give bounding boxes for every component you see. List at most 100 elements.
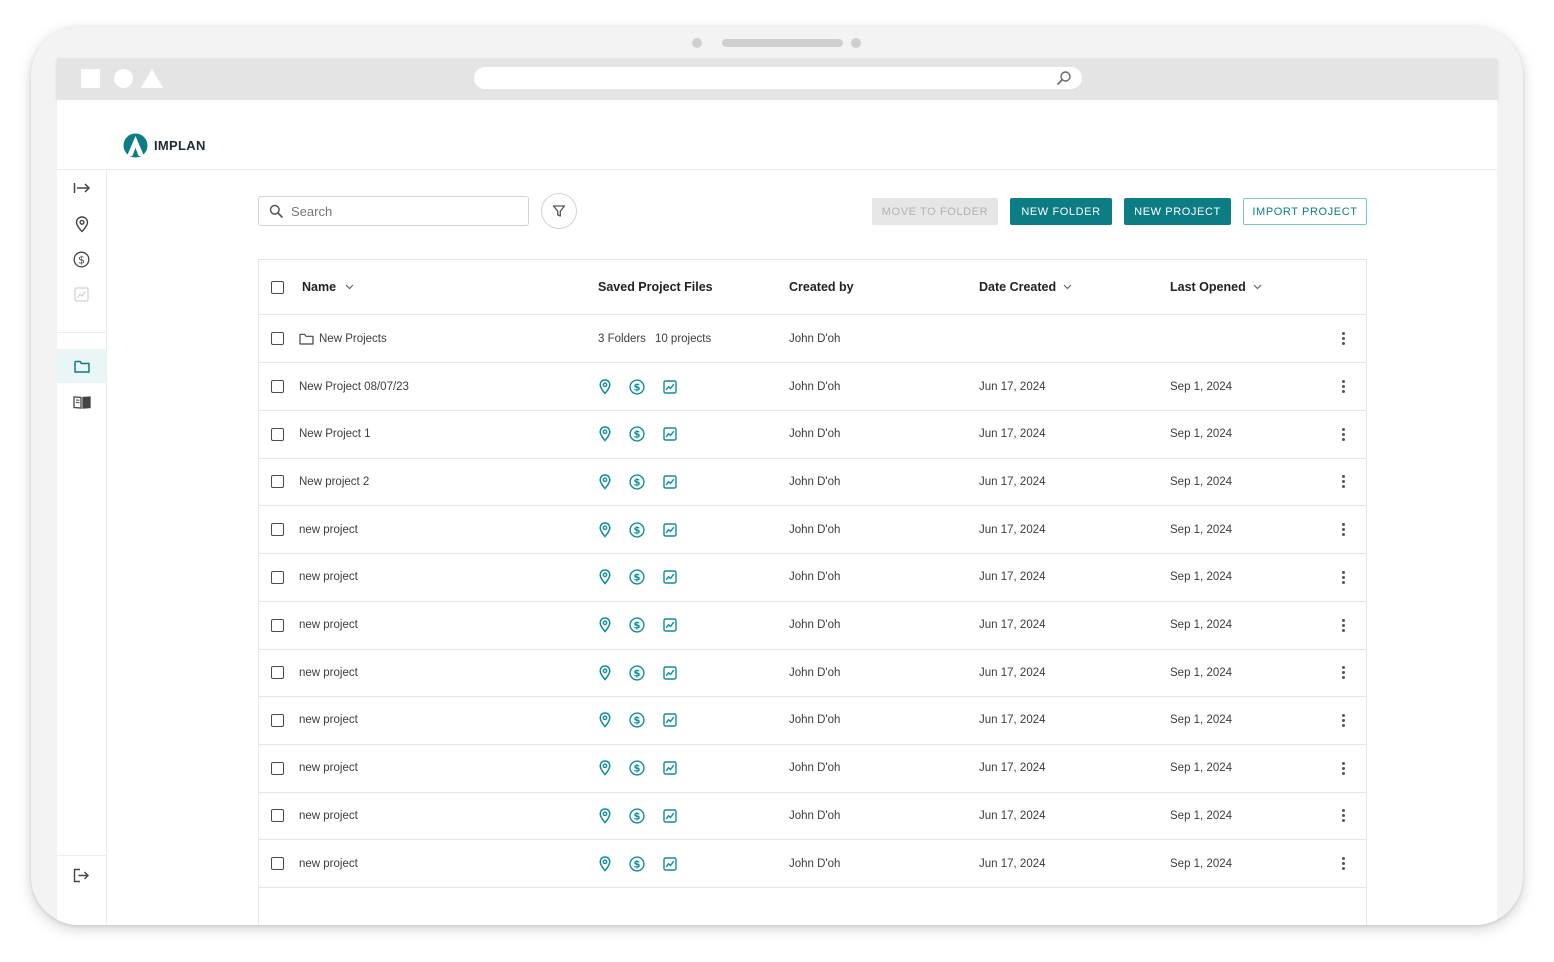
chart-icon[interactable] (663, 809, 677, 823)
table-row[interactable]: new project $ John D'oh Jun 17, 2024 Sep… (259, 506, 1366, 555)
sidebar-item-projects[interactable] (57, 349, 106, 383)
column-name[interactable]: Name (302, 260, 354, 314)
project-name-cell[interactable]: new project (299, 602, 358, 649)
sidebar-item-logout[interactable] (57, 858, 106, 892)
row-checkbox[interactable] (271, 761, 284, 775)
row-menu-button[interactable] (1336, 458, 1350, 505)
dollar-icon[interactable]: $ (629, 855, 645, 872)
dollar-icon[interactable]: $ (629, 760, 645, 776)
map-pin-icon[interactable] (599, 426, 611, 442)
map-pin-icon[interactable] (599, 855, 611, 872)
import-project-button[interactable]: IMPORT PROJECT (1243, 198, 1367, 225)
filter-button[interactable] (541, 193, 577, 229)
project-name-cell[interactable]: new project (299, 506, 358, 553)
search-input[interactable] (291, 203, 511, 219)
row-menu-button[interactable] (1336, 315, 1350, 362)
sidebar-item-expand[interactable] (57, 171, 106, 205)
row-menu-button[interactable] (1336, 697, 1350, 744)
project-name-cell[interactable]: new project (299, 649, 358, 696)
table-row[interactable]: New project 2 $ John D'oh Jun 17, 2024 S… (259, 458, 1366, 507)
map-pin-icon[interactable] (599, 474, 611, 490)
row-menu-button[interactable] (1336, 745, 1350, 792)
dollar-icon[interactable]: $ (629, 808, 645, 824)
row-menu-button[interactable] (1336, 840, 1350, 887)
table-row[interactable]: new project $ John D'oh Jun 17, 2024 Sep… (259, 792, 1366, 841)
row-menu-button[interactable] (1336, 649, 1350, 696)
url-bar[interactable] (474, 67, 1082, 89)
row-menu-button[interactable] (1336, 602, 1350, 649)
row-menu-button[interactable] (1336, 792, 1350, 839)
dollar-icon[interactable]: $ (629, 712, 645, 728)
project-name-cell[interactable]: new project (299, 792, 358, 839)
dollar-icon[interactable]: $ (629, 617, 645, 633)
row-checkbox[interactable] (271, 380, 284, 393)
dollar-icon[interactable]: $ (629, 569, 645, 585)
row-checkbox[interactable] (271, 857, 284, 870)
project-name-cell[interactable]: New project 2 (299, 458, 369, 505)
row-checkbox[interactable] (271, 666, 284, 680)
move-to-folder-button[interactable]: MOVE TO FOLDER (872, 198, 998, 225)
new-project-button[interactable]: NEW PROJECT (1124, 198, 1231, 225)
table-row[interactable]: new project $ John D'oh Jun 17, 2024 Sep… (259, 649, 1366, 698)
table-row[interactable]: New Project 1 $ John D'oh Jun 17, 2024 S… (259, 411, 1366, 459)
chart-icon[interactable] (663, 427, 677, 441)
table-row[interactable]: new project $ John D'oh Jun 17, 2024 Sep… (259, 840, 1366, 888)
row-menu-button[interactable] (1336, 411, 1350, 458)
project-name-cell[interactable]: new project (299, 745, 358, 792)
table-row[interactable]: new project $ John D'oh Jun 17, 2024 Sep… (259, 745, 1366, 793)
sidebar-item-docs[interactable] (57, 385, 106, 419)
row-checkbox[interactable] (271, 713, 284, 727)
map-pin-icon[interactable] (599, 664, 611, 681)
column-last-opened[interactable]: Last Opened (1170, 260, 1262, 314)
row-checkbox[interactable] (271, 427, 284, 441)
chart-icon[interactable] (663, 856, 677, 871)
chart-icon[interactable] (663, 379, 677, 394)
dollar-icon[interactable]: $ (629, 521, 645, 538)
row-menu-button[interactable] (1336, 363, 1350, 410)
row-checkbox[interactable] (271, 475, 284, 489)
new-folder-button[interactable]: NEW FOLDER (1010, 198, 1112, 225)
map-pin-icon[interactable] (599, 712, 611, 728)
chart-icon[interactable] (663, 522, 677, 537)
row-checkbox[interactable] (271, 809, 284, 823)
project-name-cell[interactable]: New Project 08/07/23 (299, 363, 409, 410)
implan-logo[interactable]: IMPLAN (123, 133, 206, 158)
sidebar-item-economics[interactable]: $ (57, 242, 106, 276)
table-row[interactable]: new project $ John D'oh Jun 17, 2024 Sep… (259, 697, 1366, 745)
row-checkbox[interactable] (271, 523, 284, 537)
dollar-icon[interactable]: $ (629, 378, 645, 395)
map-pin-icon[interactable] (599, 378, 611, 395)
row-menu-button[interactable] (1336, 506, 1350, 553)
folder-row[interactable]: New Projects 3 Folders 10 projects John … (259, 315, 1366, 363)
chart-icon[interactable] (663, 570, 677, 584)
folder-name-cell[interactable]: New Projects (299, 315, 387, 362)
dollar-icon[interactable]: $ (629, 665, 645, 681)
row-checkbox[interactable] (271, 618, 284, 632)
project-name-cell[interactable]: new project (299, 697, 358, 744)
dollar-icon[interactable]: $ (629, 426, 645, 442)
project-name-cell[interactable]: New Project 1 (299, 411, 371, 458)
search-box[interactable] (258, 196, 529, 226)
table-row[interactable]: new project $ John D'oh Jun 17, 2024 Sep… (259, 554, 1366, 602)
row-checkbox[interactable] (271, 332, 284, 345)
map-pin-icon[interactable] (599, 760, 611, 776)
row-checkbox[interactable] (271, 570, 284, 584)
chart-icon[interactable] (663, 618, 677, 632)
sidebar-item-regions[interactable] (57, 207, 106, 241)
column-date-created[interactable]: Date Created (979, 260, 1072, 314)
chart-icon[interactable] (663, 713, 677, 728)
map-pin-icon[interactable] (599, 569, 611, 585)
select-all-checkbox[interactable] (271, 280, 284, 294)
table-row[interactable]: new project $ John D'oh Jun 17, 2024 Sep… (259, 602, 1366, 650)
sidebar-item-results[interactable] (57, 277, 106, 311)
chart-icon[interactable] (663, 475, 677, 489)
map-pin-icon[interactable] (599, 808, 611, 824)
row-menu-button[interactable] (1336, 554, 1350, 601)
map-pin-icon[interactable] (599, 617, 611, 633)
chart-icon[interactable] (663, 761, 677, 775)
chart-icon[interactable] (663, 665, 677, 680)
dollar-icon[interactable]: $ (629, 474, 645, 490)
map-pin-icon[interactable] (599, 521, 611, 538)
project-name-cell[interactable]: new project (299, 554, 358, 601)
table-row[interactable]: New Project 08/07/23 $ John D'oh Jun 17,… (259, 363, 1366, 411)
